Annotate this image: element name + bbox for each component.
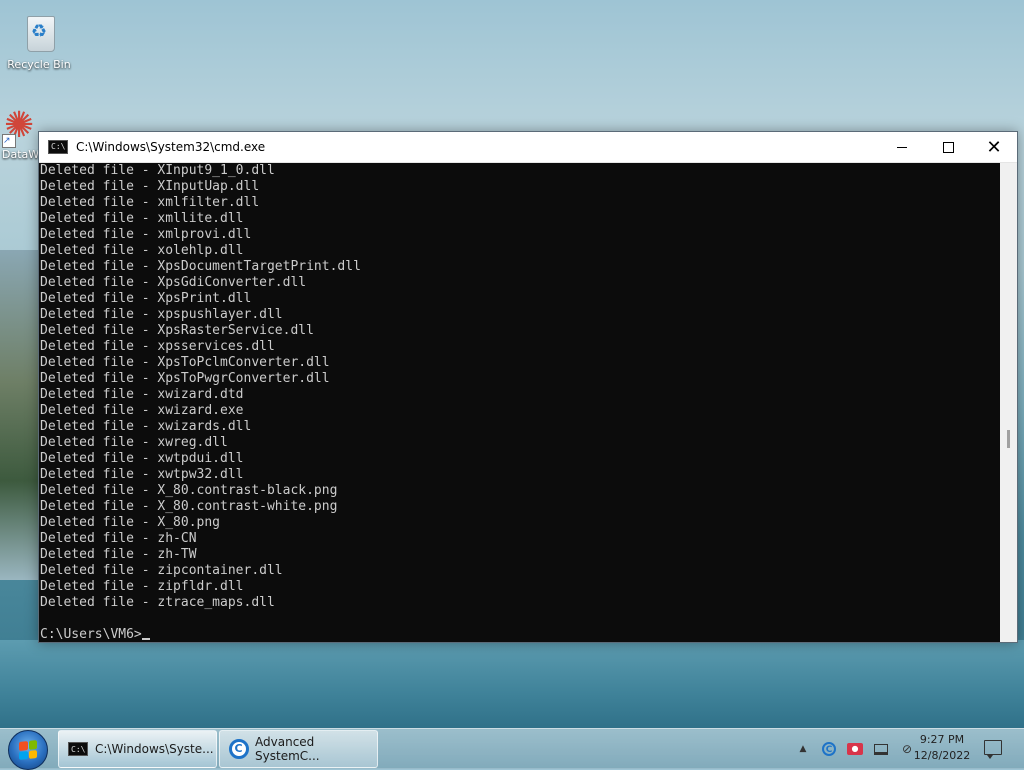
show-hidden-icons-chevron[interactable]: ▲ [794, 740, 812, 758]
console-line: Deleted file - xolehlp.dll [40, 243, 244, 258]
console-line: Deleted file - xwizard.exe [40, 403, 244, 418]
console-lines: Deleted file - XInput9_1_0.dll Deleted fi… [40, 163, 1000, 611]
desktop-icon-recycle-bin[interactable]: Recycle Bin [4, 10, 74, 71]
cmd-titlebar[interactable]: C:\ C:\Windows\System32\cmd.exe ✕ [39, 132, 1017, 163]
close-icon: ✕ [986, 136, 1002, 158]
taskbar-button-label: Advanced SystemC... [255, 735, 320, 763]
console-line: Deleted file - XpsToPclmConverter.dll [40, 355, 330, 370]
advanced-systemcare-tray-icon[interactable]: C [820, 740, 838, 758]
desktop-icon-dataw[interactable]: ✺ ↗ DataW [2, 106, 42, 161]
taskbar-button-advanced-systemcare[interactable]: C Advanced SystemC... [219, 730, 378, 768]
console-line: Deleted file - XpsPrint.dll [40, 291, 252, 306]
datawrapper-icon: ✺ ↗ [2, 105, 35, 148]
console-line: Deleted file - xmlprovi.dll [40, 227, 252, 242]
console-line: Deleted file - XInputUap.dll [40, 179, 260, 194]
start-button[interactable] [8, 730, 48, 770]
advanced-systemcare-icon: C [228, 739, 249, 759]
console-line: Deleted file - xwizards.dll [40, 419, 252, 434]
desktop-icon-label: Recycle Bin [7, 58, 71, 71]
windows-start-icon [19, 740, 37, 760]
console-line: Deleted file - xmllite.dll [40, 211, 244, 226]
console-line: Deleted file - zh-CN [40, 531, 197, 546]
console-line: Deleted file - XpsToPwgrConverter.dll [40, 371, 330, 386]
vertical-scrollbar[interactable] [1000, 163, 1017, 642]
text-cursor [141, 638, 150, 640]
action-center-icon[interactable] [984, 740, 1002, 759]
minimize-button[interactable] [879, 132, 925, 162]
clock-date: 12/8/2022 [913, 749, 971, 762]
console-line: Deleted file - XpsGdiConverter.dll [40, 275, 307, 290]
console-line: Deleted file - XpsRasterService.dll [40, 323, 314, 338]
console-line: Deleted file - xpspushlayer.dll [40, 307, 283, 322]
cmd-window[interactable]: C:\ C:\Windows\System32\cmd.exe ✕ Delete… [38, 131, 1018, 643]
console-line: Deleted file - X_80.contrast-white.png [40, 499, 338, 514]
console-line: Deleted file - XInput9_1_0.dll [40, 163, 275, 178]
console-line: Deleted file - X_80.png [40, 515, 221, 530]
taskbar-button-label: C:\Windows\Syste... [95, 742, 214, 756]
console-line: Deleted file - xwtpw32.dll [40, 467, 244, 482]
console-line: Deleted file - ztrace_maps.dll [40, 595, 275, 610]
console-line: Deleted file - zh-TW [40, 547, 197, 562]
console-prompt[interactable]: C:\Users\VM6> [40, 627, 1000, 642]
desktop-wallpaper-water [0, 640, 1024, 730]
console-line: Deleted file - zipfldr.dll [40, 579, 244, 594]
console-output[interactable]: Deleted file - XInput9_1_0.dll Deleted fi… [39, 163, 1000, 642]
console-line: Deleted file - xwreg.dll [40, 435, 228, 450]
taskbar-button-cmd[interactable]: C:\ C:\Windows\Syste... [58, 730, 217, 768]
clock[interactable]: 9:27 PM 12/8/2022 [904, 732, 980, 764]
maximize-button[interactable] [925, 132, 971, 162]
recycle-bin-icon [19, 10, 59, 54]
console-line: Deleted file - X_80.contrast-black.png [40, 483, 338, 498]
system-tray: ▲ C ● ⊘ [790, 729, 920, 769]
camera-app-icon[interactable]: ● [846, 740, 864, 758]
minimize-icon [897, 146, 907, 148]
clock-time: 9:27 PM [919, 733, 965, 746]
prompt-text: C:\Users\VM6> [40, 627, 142, 642]
cmd-icon: C:\ [68, 742, 88, 756]
console-line: Deleted file - xwtpdui.dll [40, 451, 244, 466]
close-button[interactable]: ✕ [971, 132, 1017, 162]
console-line: Deleted file - xmlfilter.dll [40, 195, 260, 210]
console-line: Deleted file - zipcontainer.dll [40, 563, 283, 578]
network-icon[interactable] [872, 740, 890, 758]
maximize-icon [942, 141, 954, 153]
console-line: Deleted file - xwizard.dtd [40, 387, 244, 402]
console-line: Deleted file - xpsservices.dll [40, 339, 275, 354]
window-title: C:\Windows\System32\cmd.exe [76, 140, 266, 154]
scrollbar-thumb[interactable] [1007, 430, 1010, 448]
cmd-icon: C:\ [48, 140, 68, 154]
console-line: Deleted file - XpsDocumentTargetPrint.dl… [40, 259, 361, 274]
taskbar: C:\ C:\Windows\Syste... C Advanced Syste… [0, 728, 1024, 770]
